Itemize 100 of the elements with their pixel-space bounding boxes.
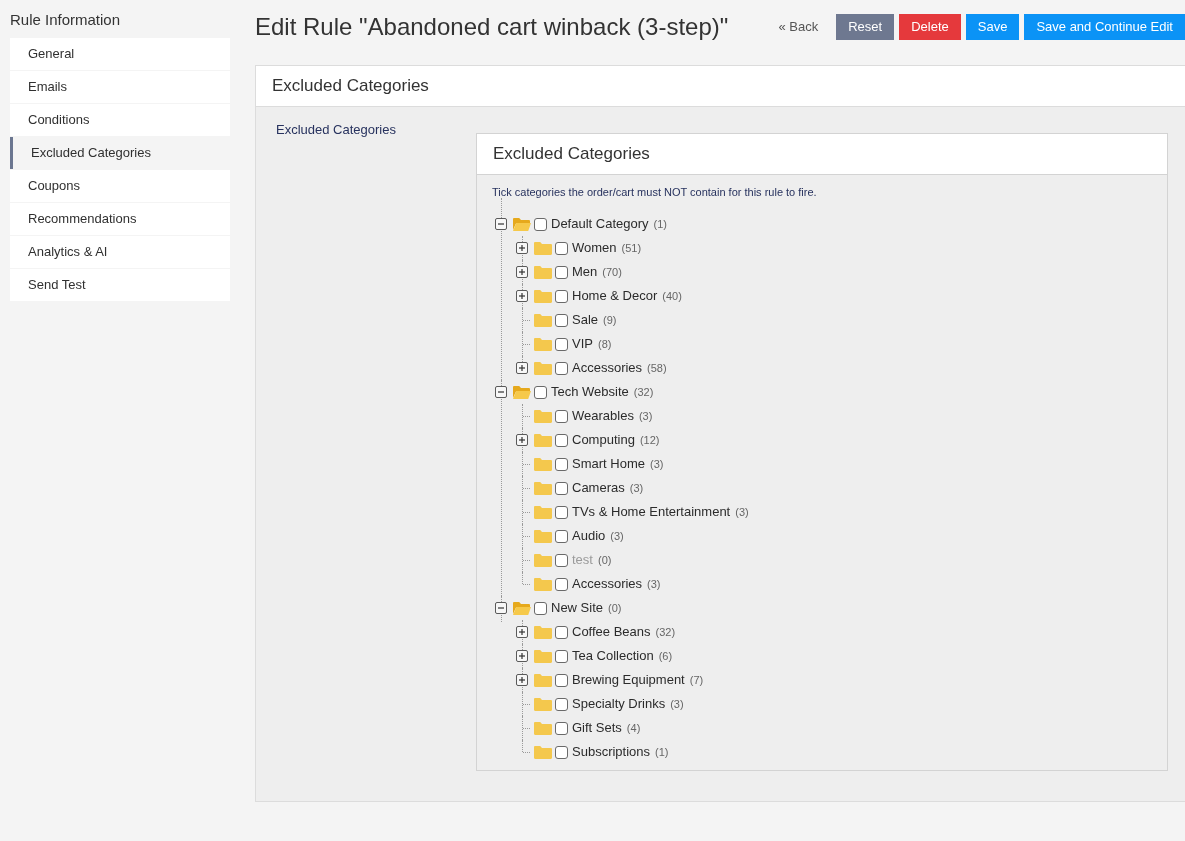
category-checkbox[interactable] bbox=[555, 529, 568, 543]
category-label[interactable]: New Site bbox=[551, 600, 604, 616]
folder-icon bbox=[534, 649, 552, 663]
category-label[interactable]: Sale bbox=[572, 312, 599, 328]
category-label[interactable]: Wearables bbox=[572, 408, 634, 424]
category-label[interactable]: TVs & Home Entertainment bbox=[572, 504, 731, 520]
category-label[interactable]: Specialty Drinks bbox=[572, 696, 666, 712]
category-checkbox[interactable] bbox=[534, 217, 547, 231]
page-title: Edit Rule "Abandoned cart winback (3-step)" bbox=[255, 12, 729, 42]
category-label[interactable]: Coffee Beans bbox=[572, 624, 651, 640]
delete-button[interactable]: Delete bbox=[899, 14, 961, 40]
category-checkbox[interactable] bbox=[534, 385, 547, 399]
category-count: (1) bbox=[653, 217, 667, 231]
category-label[interactable]: Brewing Equipment bbox=[572, 672, 685, 688]
folder-icon bbox=[534, 361, 552, 375]
category-checkbox[interactable] bbox=[555, 433, 568, 447]
category-count: (4) bbox=[626, 721, 641, 735]
category-checkbox[interactable] bbox=[555, 505, 568, 519]
category-label[interactable]: Subscriptions bbox=[572, 744, 651, 760]
category-checkbox[interactable] bbox=[555, 649, 568, 663]
category-count: (32) bbox=[655, 625, 676, 639]
folder-icon bbox=[534, 553, 552, 567]
category-checkbox[interactable] bbox=[555, 697, 568, 711]
category-count: (0) bbox=[597, 553, 612, 567]
sidebar-item[interactable]: Send Test bbox=[10, 269, 230, 301]
category-checkbox[interactable] bbox=[555, 625, 568, 639]
category-label[interactable]: Computing bbox=[572, 432, 635, 448]
expand-icon[interactable] bbox=[516, 290, 528, 302]
category-label[interactable]: Accessories bbox=[572, 576, 643, 592]
category-checkbox[interactable] bbox=[555, 289, 568, 303]
card-title: Excluded Categories bbox=[493, 143, 650, 166]
category-count: (8) bbox=[597, 337, 612, 351]
folder-icon bbox=[534, 337, 552, 351]
back-link[interactable]: « Back bbox=[778, 17, 819, 37]
folder-icon bbox=[534, 313, 552, 327]
category-label[interactable]: Default Category bbox=[551, 216, 649, 232]
folder-icon bbox=[534, 433, 552, 447]
expand-icon[interactable] bbox=[516, 242, 528, 254]
sidebar-item[interactable]: Conditions bbox=[10, 104, 230, 136]
category-label[interactable]: Men bbox=[572, 264, 598, 280]
open-folder-icon bbox=[513, 385, 531, 399]
hint-text: Tick categories the order/cart must NOT contain for this rule to fire. bbox=[492, 185, 818, 199]
category-checkbox[interactable] bbox=[555, 241, 568, 255]
folder-icon bbox=[534, 289, 552, 303]
category-count: (7) bbox=[689, 673, 704, 687]
category-label[interactable]: Tech Website bbox=[551, 384, 629, 400]
category-count: (3) bbox=[647, 577, 661, 591]
category-checkbox[interactable] bbox=[555, 745, 568, 759]
category-label[interactable]: Women bbox=[572, 240, 617, 256]
category-label[interactable]: Gift Sets bbox=[572, 720, 622, 736]
category-label[interactable]: VIP bbox=[572, 336, 593, 352]
category-checkbox[interactable] bbox=[555, 577, 568, 591]
folder-icon bbox=[534, 457, 552, 471]
collapse-icon[interactable] bbox=[495, 602, 507, 614]
category-checkbox[interactable] bbox=[555, 265, 568, 279]
folder-icon bbox=[534, 697, 552, 711]
folder-icon bbox=[534, 673, 552, 687]
category-label[interactable]: Accessories bbox=[572, 360, 643, 376]
panel-title: Excluded Categories bbox=[272, 75, 429, 98]
expand-icon[interactable] bbox=[516, 626, 528, 638]
category-label[interactable]: Cameras bbox=[572, 480, 625, 496]
category-count: (3) bbox=[610, 529, 624, 543]
category-label[interactable]: Audio bbox=[572, 528, 606, 544]
category-checkbox[interactable] bbox=[555, 361, 568, 375]
expand-icon[interactable] bbox=[516, 650, 528, 662]
folder-icon bbox=[534, 625, 552, 639]
sidebar-item[interactable]: Analytics & AI bbox=[10, 236, 230, 268]
category-checkbox[interactable] bbox=[555, 409, 568, 423]
sidebar-item[interactable]: Emails bbox=[10, 71, 230, 103]
category-count: (3) bbox=[638, 409, 653, 423]
category-checkbox[interactable] bbox=[555, 673, 568, 687]
expand-icon[interactable] bbox=[516, 674, 528, 686]
category-checkbox[interactable] bbox=[534, 601, 547, 615]
expand-icon[interactable] bbox=[516, 434, 528, 446]
sidebar-item[interactable]: Recommendations bbox=[10, 203, 230, 235]
folder-icon bbox=[534, 529, 552, 543]
category-count: (3) bbox=[735, 505, 749, 519]
open-folder-icon bbox=[513, 217, 531, 231]
category-label[interactable]: Tea Collection bbox=[572, 648, 654, 664]
category-count: (0) bbox=[608, 601, 622, 615]
category-label[interactable]: Smart Home bbox=[572, 456, 645, 472]
category-checkbox[interactable] bbox=[555, 337, 568, 351]
folder-icon bbox=[534, 409, 552, 423]
collapse-icon[interactable] bbox=[495, 386, 507, 398]
category-checkbox[interactable] bbox=[555, 721, 568, 735]
expand-icon[interactable] bbox=[516, 362, 528, 374]
collapse-icon[interactable] bbox=[495, 218, 507, 230]
category-checkbox[interactable] bbox=[555, 313, 568, 327]
reset-button[interactable]: Reset bbox=[836, 14, 895, 40]
sidebar-item[interactable]: General bbox=[10, 38, 230, 70]
category-count: (40) bbox=[662, 289, 682, 303]
sidebar-item[interactable]: Coupons bbox=[10, 170, 230, 202]
category-label[interactable]: Home & Decor bbox=[572, 288, 658, 304]
category-checkbox[interactable] bbox=[555, 481, 568, 495]
category-count: (9) bbox=[603, 313, 617, 327]
expand-icon[interactable] bbox=[516, 266, 528, 278]
folder-icon bbox=[534, 721, 552, 735]
folder-icon bbox=[534, 505, 552, 519]
sidebar-title: Rule Information bbox=[10, 10, 122, 30]
category-checkbox[interactable] bbox=[555, 457, 568, 471]
